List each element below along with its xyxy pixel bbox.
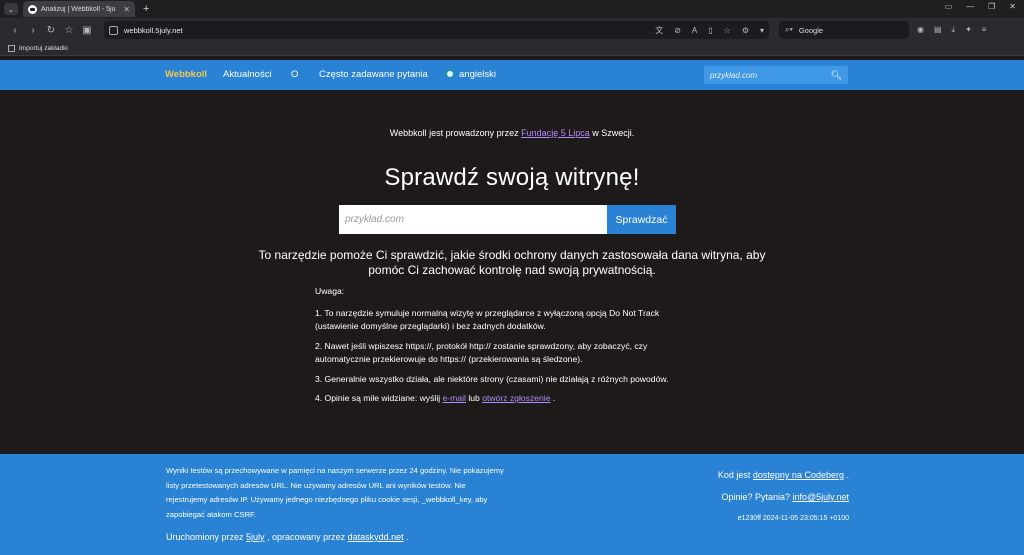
download-icon[interactable]: ⤓: [952, 25, 956, 35]
menu-icon[interactable]: ≡: [982, 25, 987, 35]
forward-icon[interactable]: ›: [24, 25, 42, 36]
intro-suffix: w Szwecji.: [589, 128, 635, 138]
nav-news[interactable]: Aktualności: [223, 69, 272, 80]
version-info: e1230ff 2024-11-05 23:05:15 +0100: [737, 515, 849, 522]
footer-left: Wyniki testów są przechowywane w pamięci…: [166, 464, 506, 545]
import-bookmarks-link[interactable]: Importuj zakładki: [19, 45, 68, 52]
main-content: Webbkoll jest prowadzony przez Fundację …: [0, 90, 1024, 454]
back-icon[interactable]: ‹: [6, 25, 24, 36]
tab-list-dropdown-icon[interactable]: ⌄: [4, 3, 18, 15]
footer-right: Kod jest dostępny na Codeberg . Opinie? …: [718, 464, 849, 530]
run-prefix: Uruchomiony przez: [166, 532, 247, 542]
minimize-icon[interactable]: —: [966, 2, 974, 11]
browser-tab-strip: ⌄ Analizuj | Webbkoll - 5ju ✕ + ▭ — ❐ ✕: [0, 0, 1024, 18]
note-item: 3. Generalnie wszystko działa, ale niekt…: [315, 373, 669, 384]
email-link[interactable]: e-mail: [443, 393, 466, 403]
intro-text: Webbkoll jest prowadzony przez Fundację …: [0, 128, 1024, 138]
search-icon[interactable]: 🔍︎: [831, 70, 842, 81]
language-label: angielski: [459, 69, 496, 80]
open-issue-link[interactable]: otwórz zgłoszenie: [482, 393, 550, 403]
note4-prefix: 4. Opinie są mile widziane: wyślij: [315, 393, 443, 403]
nav-about[interactable]: O: [291, 69, 298, 80]
code-prefix: Kod jest: [717, 470, 753, 480]
puzzle-icon[interactable]: ✦: [965, 25, 972, 35]
tab-close-icon[interactable]: ✕: [123, 5, 130, 14]
run-by-text: Uruchomiony przez 5july , opracowany prz…: [166, 530, 506, 545]
foundation-link[interactable]: Fundację 5 Lipca: [521, 128, 590, 138]
screenshot-icon[interactable]: ◉: [917, 25, 924, 35]
sidebar-toggle-icon[interactable]: ▭: [945, 2, 953, 11]
new-tab-icon[interactable]: +: [143, 3, 149, 15]
browser-tools: ◉ ▤ ⤓ ✦ ≡: [917, 25, 986, 35]
nav-search: 🔍︎: [704, 66, 848, 84]
check-button[interactable]: Sprawdzać: [607, 205, 676, 234]
reader-icon[interactable]: ▣: [78, 25, 96, 36]
globe-icon: [446, 70, 454, 78]
search-engine-name: Google: [798, 25, 824, 35]
close-window-icon[interactable]: ✕: [1009, 2, 1016, 11]
run-suffix: .: [403, 532, 409, 542]
dropdown-arrow-icon[interactable]: ▾: [760, 26, 764, 35]
site-footer: Wyniki testów są przechowywane w pamięci…: [0, 454, 1024, 555]
notes-section: Uwaga: 1. To narzędzie symuluje normalną…: [315, 285, 705, 412]
tool-description: To narzędzie pomoże Ci sprawdzić, jakie …: [258, 248, 766, 277]
browser-tab-active[interactable]: Analizuj | Webbkoll - 5ju ✕: [23, 1, 135, 17]
site-navbar: Webbkoll Aktualności O Często zadawane p…: [0, 60, 1024, 90]
tracking-protection-icon[interactable]: ⊘: [674, 26, 681, 35]
contact-text: Opinie? Pytania? info@5july.net: [718, 486, 849, 508]
restore-icon[interactable]: ❐: [988, 2, 995, 11]
site-security-icon[interactable]: [109, 25, 118, 35]
translate-icon[interactable]: 文: [655, 25, 663, 36]
brand-link[interactable]: Webbkoll: [165, 69, 207, 80]
note4-suffix: .: [550, 393, 556, 403]
notes-icon[interactable]: ▤: [934, 25, 942, 35]
note-item: 4. Opinie są mile widziane: wyślij e-mai…: [315, 392, 705, 406]
dataskydd-link[interactable]: dataskydd.net: [348, 532, 404, 542]
browser-toolbar: ‹ › ↻ ☆ ▣ webbkoll.5july.net 文 ⊘ A ▯ ☆ ⚙…: [0, 18, 1024, 42]
bookmarks-bar: Importuj zakładki: [0, 42, 1024, 56]
page-title: Sprawdź swoją witrynę!: [384, 164, 640, 191]
note4-mid: lub: [465, 393, 483, 403]
5july-link[interactable]: 5july: [246, 532, 265, 542]
codeberg-link[interactable]: dostępny na Codeberg: [753, 470, 844, 480]
note-item: 2. Nawet jeśli wpiszesz https://, protok…: [315, 340, 648, 365]
site-favicon-icon: [28, 4, 37, 14]
contact-email-link[interactable]: info@5july.net: [792, 492, 849, 502]
window-controls: ▭ — ❐ ✕: [945, 2, 1016, 11]
check-form: Sprawdzać: [339, 205, 676, 234]
storage-notice: Wyniki testów są przechowywane w pamięci…: [166, 466, 504, 519]
bookmark-star-icon[interactable]: ☆: [60, 25, 78, 36]
tab-title: Analizuj | Webbkoll - 5ju: [41, 5, 116, 13]
notes-label: Uwaga:: [315, 286, 345, 296]
intro-prefix: Webbkoll jest prowadzony przez: [389, 128, 522, 138]
url-input[interactable]: [339, 205, 607, 234]
extensions-menu-icon[interactable]: ⚙: [742, 26, 749, 35]
favorites-icon[interactable]: ☆: [724, 26, 731, 35]
reader-view-icon[interactable]: ▯: [708, 26, 712, 35]
code-suffix: .: [843, 470, 849, 480]
reload-icon[interactable]: ↻: [42, 25, 60, 36]
note-item: 1. To narzędzie symuluje normalną wizytę…: [315, 307, 660, 332]
read-aloud-icon[interactable]: A: [692, 26, 697, 35]
code-text: Kod jest dostępny na Codeberg .: [718, 464, 849, 486]
search-engine-box[interactable]: ⌕▾ Google: [779, 21, 909, 39]
import-bookmarks-icon: [8, 45, 15, 52]
address-url[interactable]: webbkoll.5july.net: [124, 26, 644, 35]
run-mid: , opracowany przez: [264, 532, 348, 542]
nav-faq[interactable]: Często zadawane pytania: [319, 69, 428, 80]
search-icon: ⌕▾: [785, 25, 793, 34]
contact-prefix: Opinie? Pytania?: [721, 492, 793, 502]
nav-language[interactable]: angielski: [446, 69, 496, 80]
nav-search-input[interactable]: [710, 70, 831, 80]
address-bar[interactable]: webbkoll.5july.net 文 ⊘ A ▯ ☆ ⚙ ▾: [104, 21, 769, 39]
